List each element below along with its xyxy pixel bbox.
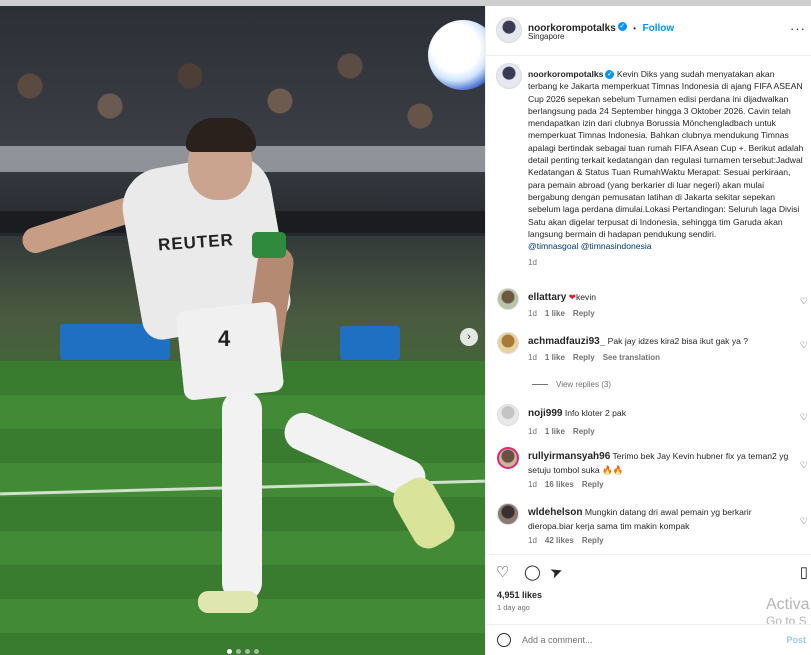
emoji-picker-icon[interactable] <box>497 633 511 647</box>
post-side-panel: noorkorompotalks ✓ • Follow Singapore ···… <box>485 6 811 655</box>
add-comment-input[interactable]: Add a comment... <box>522 635 593 645</box>
view-replies-label: View replies (3) <box>556 380 611 389</box>
watermark-line1: Activa <box>766 596 810 613</box>
comment-reply-button[interactable]: Reply <box>582 536 604 545</box>
comment-like-icon[interactable]: ♡ <box>800 412 808 423</box>
more-options-icon[interactable]: ··· <box>790 21 806 36</box>
commenter-avatar[interactable] <box>497 288 519 310</box>
comment-reply-button[interactable]: Reply <box>573 427 595 436</box>
carousel-dot[interactable] <box>235 649 241 654</box>
caption-text: Kevin Diks yang sudah menyatakan akan te… <box>528 69 804 239</box>
commenter-avatar[interactable] <box>497 404 519 426</box>
photo-captain-armband <box>252 232 286 258</box>
comment-username[interactable]: rullyirmansyah96 <box>528 451 610 462</box>
share-icon[interactable]: ➤ <box>547 561 566 582</box>
comment-likes[interactable]: 42 likes <box>545 536 574 545</box>
post-comment-button[interactable]: Post <box>786 635 806 645</box>
comment-like-icon[interactable]: ♡ <box>800 296 808 307</box>
comment-time: 1d <box>528 309 537 318</box>
comment-username[interactable]: noji999 <box>528 408 562 419</box>
comment-body: rullyirmansyah96 Terimo bek Jay Kevin hu… <box>528 450 790 476</box>
post-date: 1 day ago <box>497 603 530 612</box>
view-replies-button[interactable]: View replies (3) <box>532 380 611 389</box>
add-comment-bar: Add a comment... Post <box>486 624 811 655</box>
commenter-avatar[interactable] <box>497 447 519 469</box>
comment-time: 1d <box>528 427 537 436</box>
photo-player-leg-left <box>222 391 262 601</box>
verified-badge-icon: ✓ <box>617 22 627 32</box>
comment-time: 1d <box>528 353 537 362</box>
red-heart-icon: ❤ <box>568 292 576 302</box>
comment-username[interactable]: wldehelson <box>528 507 582 518</box>
comment-body: achmadfauzi93_ Pak jay idzes kira2 bisa … <box>528 335 790 349</box>
comment-username[interactable]: ellattary <box>528 292 566 303</box>
carousel-dot[interactable] <box>226 649 232 654</box>
view-replies-line <box>532 384 548 385</box>
verified-badge-icon: ✓ <box>605 70 615 80</box>
comment-text: Pak jay idzes kira2 bisa ikut gak ya ? <box>607 336 749 346</box>
like-count[interactable]: 4,951 likes <box>497 590 542 600</box>
caption-time: 1d <box>528 258 537 268</box>
like-heart-icon[interactable]: ♡ <box>496 563 509 581</box>
comment-likes[interactable]: 1 like <box>545 309 565 318</box>
carousel-dot[interactable] <box>253 649 259 654</box>
commenter-avatar[interactable] <box>497 503 519 525</box>
header-separator: • <box>633 24 637 33</box>
photo-bench-2 <box>340 326 400 360</box>
comment-reply-button[interactable]: Reply <box>573 353 595 362</box>
comment-like-icon[interactable]: ♡ <box>800 340 808 351</box>
bookmark-icon[interactable]: ▯ <box>800 563 808 581</box>
photo-shorts-number: 4 <box>218 326 231 351</box>
caption-tag-timnasgoal[interactable]: @timnasgoal <box>528 241 578 251</box>
follow-button[interactable]: Follow <box>643 23 675 34</box>
comment-text: Info kloter 2 pak <box>564 408 627 418</box>
caption-avatar[interactable] <box>496 63 522 89</box>
carousel-dots <box>0 649 485 654</box>
commenter-avatar[interactable] <box>497 332 519 354</box>
post-header: noorkorompotalks ✓ • Follow Singapore ··· <box>486 6 811 56</box>
comment-time: 1d <box>528 480 537 489</box>
caption-tag-timnasindonesia[interactable]: @timnasindonesia <box>581 241 652 251</box>
comment-like-icon[interactable]: ♡ <box>800 460 808 471</box>
comment-body: wldehelson Mungkin datang dri awal pemai… <box>528 506 790 532</box>
comment-time: 1d <box>528 536 537 545</box>
chevron-right-icon: › <box>467 331 471 343</box>
comment-username[interactable]: achmadfauzi93_ <box>528 336 605 347</box>
comment-text: kevin <box>575 292 597 302</box>
post-photo[interactable]: REUTER 4 › <box>0 6 485 655</box>
instagram-post-window: REUTER 4 › noorkorompotalks ✓ • Follow S… <box>0 0 811 655</box>
comment-body: noji999 Info kloter 2 pak <box>528 407 790 421</box>
photo-player-hair-top <box>186 118 256 152</box>
see-translation-button[interactable]: See translation <box>603 353 660 362</box>
comment-likes[interactable]: 1 like <box>545 353 565 362</box>
comment-reply-button[interactable]: Reply <box>573 309 595 318</box>
photo-boot-left <box>198 591 258 613</box>
carousel-dot[interactable] <box>244 649 250 654</box>
comment-meta: 1d 1 like Reply See translation <box>528 353 660 362</box>
author-avatar[interactable] <box>496 17 522 43</box>
comment-like-icon[interactable]: ♡ <box>800 516 808 527</box>
comment-meta: 1d 42 likes Reply <box>528 536 604 545</box>
comment-meta: 1d 1 like Reply <box>528 427 595 436</box>
post-actions-bar: ♡ ◯ ➤ ▯ <box>486 554 811 584</box>
comment-likes[interactable]: 1 like <box>545 427 565 436</box>
comment-icon[interactable]: ◯ <box>524 563 541 581</box>
comment-reply-button[interactable]: Reply <box>582 480 604 489</box>
comment-body: ellattary ❤kevin <box>528 291 790 305</box>
comment-meta: 1d 16 likes Reply <box>528 480 604 489</box>
post-caption: noorkorompotalks ✓ Kevin Diks yang sudah … <box>528 68 804 270</box>
comment-meta: 1d 1 like Reply <box>528 309 595 318</box>
comment-likes[interactable]: 16 likes <box>545 480 574 489</box>
caption-username[interactable]: noorkorompotalks <box>528 69 603 79</box>
carousel-next-button[interactable]: › <box>460 328 478 346</box>
post-location[interactable]: Singapore <box>528 32 564 41</box>
